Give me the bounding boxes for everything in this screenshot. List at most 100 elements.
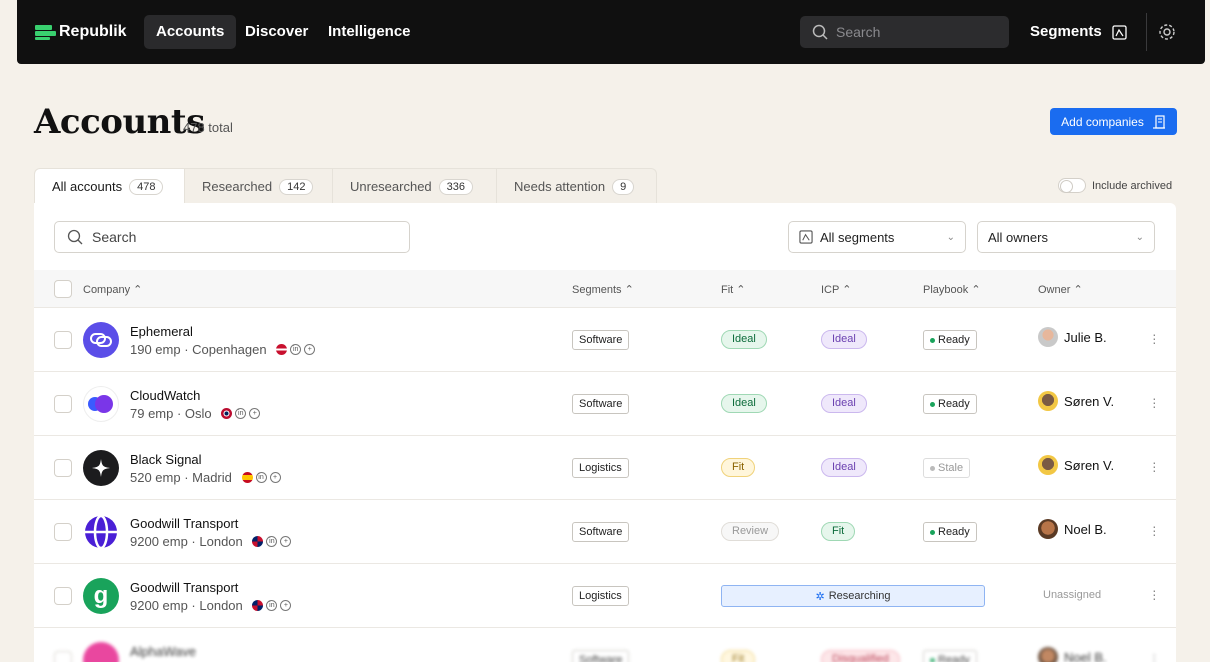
select-all-checkbox[interactable] bbox=[54, 280, 72, 298]
owner[interactable]: Julie B. bbox=[1038, 327, 1107, 347]
tab-all-accounts[interactable]: All accounts 478 bbox=[34, 168, 185, 204]
row-checkbox[interactable] bbox=[54, 651, 72, 662]
row-checkbox[interactable] bbox=[54, 523, 72, 541]
owner[interactable]: Søren V. bbox=[1038, 391, 1114, 411]
company-meta-text: 190 emp · Copenhagen bbox=[130, 342, 267, 357]
column-company[interactable]: Company ⌃ bbox=[83, 283, 142, 296]
tab-researched[interactable]: Researched 142 bbox=[185, 168, 333, 204]
table-row[interactable]: CloudWatch 79 emp · Oslo in + Software Id… bbox=[34, 372, 1176, 436]
spinner-icon: ✲ bbox=[815, 590, 825, 603]
company-logo bbox=[83, 386, 119, 422]
flag-uk-icon bbox=[252, 600, 264, 611]
fit-badge: Fit bbox=[721, 650, 756, 662]
column-segments[interactable]: Segments ⌃ bbox=[572, 283, 634, 296]
owner[interactable]: Noel B. bbox=[1038, 519, 1107, 539]
row-menu-icon[interactable]: · · · bbox=[1152, 647, 1157, 662]
linkedin-icon[interactable]: in bbox=[266, 600, 278, 611]
segments-filter-select[interactable]: All segments ⌄ bbox=[788, 221, 966, 253]
playbook-status: Ready bbox=[938, 654, 970, 662]
tab-unresearched[interactable]: Unresearched 336 bbox=[333, 168, 497, 204]
segment-tag: Software bbox=[572, 394, 630, 414]
chevron-down-icon: ⌄ bbox=[946, 231, 955, 243]
tab-label: Researched bbox=[202, 179, 273, 194]
owners-filter-select[interactable]: All owners ⌄ bbox=[977, 221, 1155, 253]
avatar bbox=[1038, 647, 1058, 662]
tab-count: 9 bbox=[612, 178, 635, 195]
company-name[interactable]: Goodwill Transport bbox=[130, 516, 238, 531]
playbook-status: Ready bbox=[938, 334, 970, 346]
column-owner[interactable]: Owner ⌃ bbox=[1038, 283, 1083, 296]
segment-tag: Software bbox=[572, 650, 630, 662]
fit-badge: Ideal bbox=[721, 330, 767, 349]
include-archived-toggle[interactable]: Include archived bbox=[1058, 178, 1172, 193]
chevron-down-icon: ⌄ bbox=[1135, 231, 1144, 243]
table-row[interactable]: g Goodwill Transport 9200 emp · London i… bbox=[34, 564, 1176, 628]
row-checkbox[interactable] bbox=[54, 331, 72, 349]
include-archived-label: Include archived bbox=[1092, 179, 1173, 192]
accounts-panel: Search All segments ⌄ All owners ⌄ Compa… bbox=[34, 203, 1176, 662]
toggle-switch[interactable] bbox=[1058, 178, 1086, 193]
linkedin-icon[interactable]: in bbox=[255, 472, 267, 483]
top-navigation: Republik Accounts Discover Intelligence … bbox=[17, 0, 1205, 64]
company-name[interactable]: Goodwill Transport bbox=[130, 580, 238, 595]
row-menu-icon[interactable]: · · · bbox=[1152, 583, 1157, 605]
playbook-badge: Ready bbox=[923, 330, 977, 350]
row-checkbox[interactable] bbox=[54, 395, 72, 413]
globe-icon[interactable]: + bbox=[280, 536, 292, 547]
owner[interactable]: Søren V. bbox=[1038, 455, 1114, 475]
status-dot bbox=[930, 337, 935, 343]
icp-badge: Ideal bbox=[821, 394, 867, 413]
tab-count: 478 bbox=[129, 178, 164, 195]
company-name[interactable]: AlphaWave bbox=[130, 644, 196, 659]
row-checkbox[interactable] bbox=[54, 459, 72, 477]
tab-needs-attention[interactable]: Needs attention 9 bbox=[497, 168, 657, 204]
nav-discover[interactable]: Discover bbox=[233, 15, 320, 49]
nav-divider bbox=[1146, 13, 1147, 51]
company-meta: 79 emp · Oslo in + bbox=[130, 406, 261, 421]
linkedin-icon[interactable]: in bbox=[266, 536, 278, 547]
nav-intelligence[interactable]: Intelligence bbox=[316, 15, 423, 49]
linkedin-icon[interactable]: in bbox=[290, 344, 302, 355]
avatar bbox=[1038, 455, 1058, 475]
gear-icon[interactable] bbox=[1157, 22, 1177, 42]
row-menu-icon[interactable]: · · · bbox=[1152, 519, 1157, 541]
nav-accounts[interactable]: Accounts bbox=[144, 15, 237, 49]
company-name[interactable]: CloudWatch bbox=[130, 388, 200, 403]
row-menu-icon[interactable]: · · · bbox=[1152, 455, 1157, 477]
tab-label: Needs attention bbox=[514, 179, 606, 194]
row-checkbox[interactable] bbox=[54, 587, 72, 605]
fit-badge: Fit bbox=[721, 458, 756, 477]
linkedin-icon[interactable]: in bbox=[235, 408, 247, 419]
owners-filter-value: All owners bbox=[988, 229, 1048, 245]
globe-icon[interactable]: + bbox=[304, 344, 316, 355]
row-menu-icon[interactable]: · · · bbox=[1152, 327, 1157, 349]
table-row[interactable]: Black Signal 520 emp · Madrid in + Logist… bbox=[34, 436, 1176, 500]
owner-name: Noel B. bbox=[1064, 521, 1107, 537]
column-icp[interactable]: ICP ⌃ bbox=[821, 283, 851, 296]
brand-logo[interactable]: Republik bbox=[35, 20, 127, 44]
column-label: ICP bbox=[821, 284, 840, 296]
globe-icon[interactable]: + bbox=[280, 600, 292, 611]
globe-icon[interactable]: + bbox=[269, 472, 281, 483]
accounts-search-input[interactable]: Search bbox=[54, 221, 410, 253]
segments-icon bbox=[1112, 24, 1127, 40]
table-row[interactable]: Ephemeral 190 emp · Copenhagen in + Softw… bbox=[34, 308, 1176, 372]
table-row[interactable]: AlphaWave Software Fit Disqualified Read… bbox=[34, 628, 1176, 662]
globe-icon[interactable]: + bbox=[249, 408, 261, 419]
company-meta: 9200 emp · London in + bbox=[130, 534, 292, 549]
column-fit[interactable]: Fit ⌃ bbox=[721, 283, 746, 296]
segments-link[interactable]: Segments bbox=[1030, 16, 1127, 48]
avatar bbox=[1038, 327, 1058, 347]
global-search-input[interactable]: Search bbox=[800, 16, 1009, 48]
add-companies-button[interactable]: Add companies bbox=[1050, 108, 1177, 135]
owner[interactable]: Noel B. bbox=[1038, 647, 1107, 662]
column-playbook[interactable]: Playbook ⌃ bbox=[923, 283, 981, 296]
company-name[interactable]: Black Signal bbox=[130, 452, 202, 467]
playbook-badge: Ready bbox=[923, 394, 977, 414]
table-row[interactable]: Goodwill Transport 9200 emp · London in +… bbox=[34, 500, 1176, 564]
owner-unassigned[interactable]: Unassigned bbox=[1043, 589, 1101, 601]
company-meta: 520 emp · Madrid in + bbox=[130, 470, 281, 485]
row-menu-icon[interactable]: · · · bbox=[1152, 391, 1157, 413]
icp-badge: Fit bbox=[821, 522, 856, 541]
company-name[interactable]: Ephemeral bbox=[130, 324, 193, 339]
